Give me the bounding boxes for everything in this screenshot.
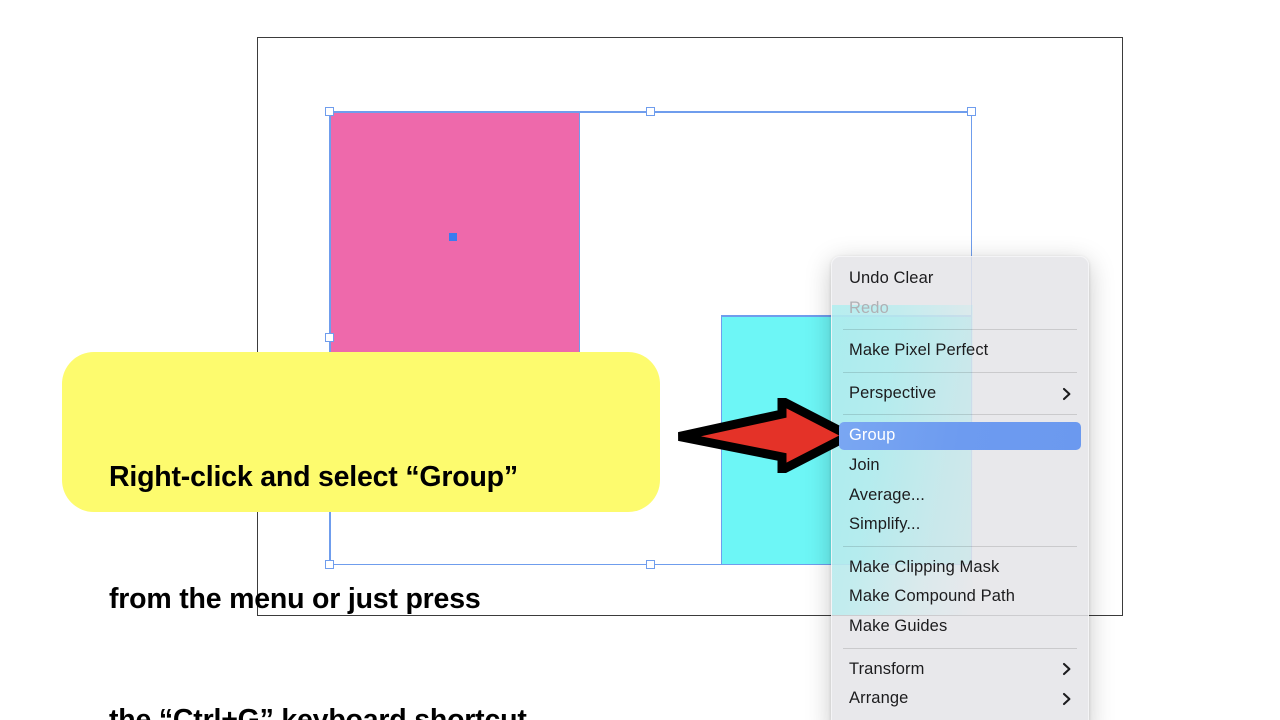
pointer-arrow xyxy=(676,393,859,478)
callout-line-1: Right-click and select “Group” xyxy=(109,461,518,493)
menu-separator xyxy=(843,647,1077,649)
chevron-right-icon xyxy=(1062,662,1072,676)
callout-line-3: the “Ctrl+G” keyboard shortcut xyxy=(109,704,527,720)
menu-separator xyxy=(843,414,1077,416)
menu-item-label: Simplify... xyxy=(849,515,921,534)
selection-handle-top-center[interactable] xyxy=(645,106,655,116)
menu-item-label: Join xyxy=(849,455,880,474)
context-menu-items: Undo Clear Redo Make Pixel Perfect Persp… xyxy=(832,264,1088,714)
instruction-callout: Right-click and select “Group” from the … xyxy=(62,352,660,720)
menu-item-make-compound-path[interactable]: Make Compound Path xyxy=(832,582,1088,612)
menu-item-simplify[interactable]: Simplify... xyxy=(832,510,1088,540)
selection-handle-top-right[interactable] xyxy=(966,106,976,116)
instruction-callout-text: Right-click and select “Group” from the … xyxy=(109,376,527,720)
selection-center-point xyxy=(448,232,457,241)
menu-item-make-guides[interactable]: Make Guides xyxy=(832,612,1088,642)
menu-separator xyxy=(843,329,1077,331)
pink-rectangle-path-right xyxy=(578,111,581,364)
menu-item-perspective[interactable]: Perspective xyxy=(832,379,1088,409)
menu-separator xyxy=(843,545,1077,547)
selection-handle-top-left[interactable] xyxy=(324,106,334,116)
menu-item-average[interactable]: Average... xyxy=(832,481,1088,511)
selection-handle-middle-left[interactable] xyxy=(324,332,334,342)
menu-item-redo: Redo xyxy=(832,294,1088,324)
menu-item-label: Group xyxy=(849,426,896,445)
context-menu[interactable]: Undo Clear Redo Make Pixel Perfect Persp… xyxy=(831,256,1089,720)
menu-item-arrange[interactable]: Arrange xyxy=(832,684,1088,714)
menu-item-label: Make Compound Path xyxy=(849,587,1015,606)
selection-handle-bottom-center[interactable] xyxy=(645,559,655,569)
menu-item-label: Redo xyxy=(849,298,889,317)
menu-item-label: Average... xyxy=(849,485,925,504)
menu-item-label: Perspective xyxy=(849,383,937,402)
menu-separator xyxy=(843,371,1077,373)
menu-item-label: Arrange xyxy=(849,689,909,708)
menu-item-transform[interactable]: Transform xyxy=(832,655,1088,685)
menu-item-make-clipping-mask[interactable]: Make Clipping Mask xyxy=(832,553,1088,583)
menu-item-label: Transform xyxy=(849,659,925,678)
chevron-right-icon xyxy=(1062,387,1072,401)
screenshot-stage: Undo Clear Redo Make Pixel Perfect Persp… xyxy=(0,0,1280,720)
menu-item-label: Make Pixel Perfect xyxy=(849,341,989,360)
menu-item-label: Make Guides xyxy=(849,616,948,635)
menu-item-label: Make Clipping Mask xyxy=(849,557,1000,576)
callout-line-2: from the menu or just press xyxy=(109,582,481,615)
chevron-right-icon xyxy=(1062,692,1072,706)
menu-item-make-pixel-perfect[interactable]: Make Pixel Perfect xyxy=(832,336,1088,366)
menu-item-label: Undo Clear xyxy=(849,269,934,287)
menu-item-undo-clear[interactable]: Undo Clear xyxy=(832,264,1088,294)
menu-item-group[interactable]: Group xyxy=(832,421,1088,451)
menu-item-join[interactable]: Join xyxy=(832,451,1088,481)
